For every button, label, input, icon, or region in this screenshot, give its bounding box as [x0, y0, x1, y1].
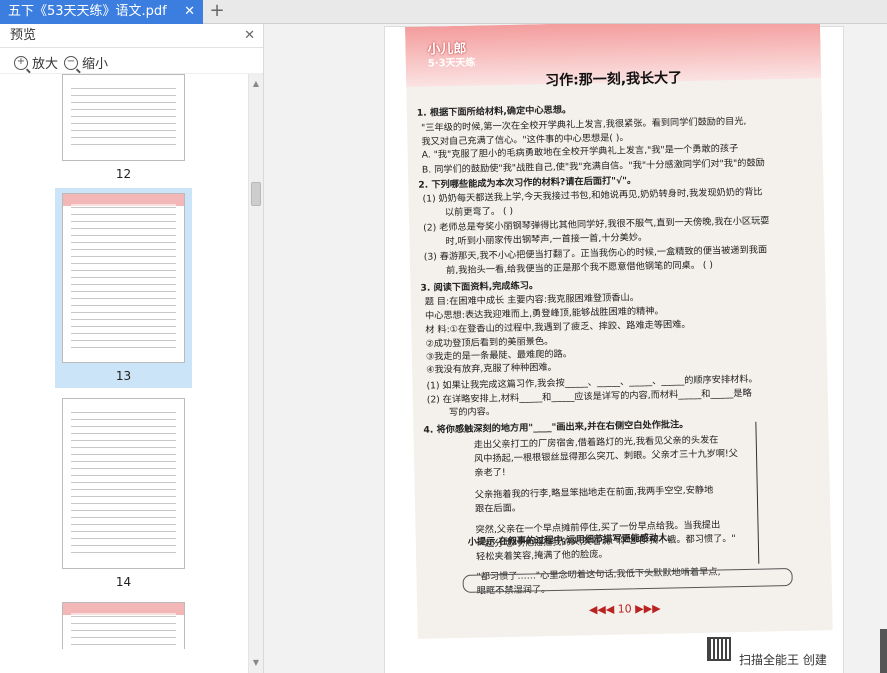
preview-panel: 预览 ✕ + 放大 − 缩小 12 13 14 ▲ ▼: [0, 24, 264, 673]
document-text-line: 材 料:①在登香山的过程中,我遇到了疲乏、摔跤、路难走等困难。: [425, 319, 691, 337]
reading-passage-box: [471, 421, 760, 570]
thumbnail-page-15[interactable]: [55, 600, 192, 649]
document-text-line: (2) 老师总是夸奖小丽钢琴弹得比其他同学好,我很不服气,直到一天傍晚,我在小区…: [423, 215, 770, 234]
thumbnail-image: [62, 74, 185, 161]
scanned-page-image: 小儿郎 5·3天天练 习作:那一刻,我长大了 1. 根据下面所给材料,确定中心思…: [405, 24, 833, 639]
right-edge-handle: [880, 629, 887, 673]
document-text-line: (3) 春游那天,我不小心把便当打翻了。正当我伤心的时候,一盒精致的便当被递到我…: [423, 244, 768, 263]
new-tab-icon[interactable]: +: [207, 0, 227, 24]
document-text-line: ④我没有放弃,克服了种种困难。: [426, 362, 557, 377]
tab-title: 五下《53天天练》语文.pdf: [8, 4, 167, 19]
thumbnail-page-12[interactable]: 12: [55, 74, 192, 184]
qr-code-icon: [707, 637, 731, 661]
preview-panel-header: 预览 ✕: [0, 24, 263, 48]
zoom-in-label: 放大: [32, 57, 59, 72]
document-text-line: 时,听到小丽家传出钢琴声,一首接一首,十分美妙。: [445, 232, 648, 248]
thumbnail-scrollbar[interactable]: ▲ ▼: [248, 74, 263, 673]
scanner-watermark: 扫描全能王 创建: [739, 653, 827, 667]
page-number-label: 14: [115, 575, 132, 589]
zoom-toolbar: + 放大 − 缩小: [0, 48, 263, 74]
close-tab-icon[interactable]: ✕: [184, 0, 195, 24]
document-text-line: ③我走的是一条最陡、最难爬的路。: [425, 348, 573, 364]
document-text-line: 题 目:在困难中成长 主要内容:我克服困难登顶香山。: [424, 291, 639, 308]
thumbnail-page-14[interactable]: 14: [55, 394, 192, 594]
zoom-in-icon: +: [14, 55, 28, 70]
document-text-line: "三年级的时候,第一次在全校开学典礼上发言,我很紧张。看到同学们鼓励的目光,: [421, 115, 747, 134]
document-text-line: B. 同学们的鼓励使"我"战胜自己,使"我"充满自信。"我"十分感激同学们对"我…: [421, 157, 765, 176]
tab-bar: 五下《53天天练》语文.pdf ✕ +: [0, 0, 887, 24]
zoom-out-label: 缩小: [82, 57, 109, 72]
document-text-line: 写的内容。: [448, 406, 496, 419]
close-panel-icon[interactable]: ✕: [244, 24, 255, 48]
document-text-line: ②成功登顶后看到的美丽景色。: [425, 336, 554, 351]
document-viewer[interactable]: 小儿郎 5·3天天练 习作:那一刻,我长大了 1. 根据下面所给材料,确定中心思…: [264, 24, 887, 673]
thumbnail-list: 12 13 14: [0, 74, 248, 649]
document-text-line: 我又对自己充满了信心。"这件事的中心思想是( )。: [421, 131, 629, 148]
document-tab[interactable]: 五下《53天天练》语文.pdf ✕: [0, 0, 203, 24]
preview-title: 预览: [10, 28, 37, 43]
document-text-line: 以前更弯了。 ( ): [444, 206, 514, 219]
thumbnail-image: [62, 398, 185, 569]
scroll-up-icon[interactable]: ▲: [249, 78, 263, 90]
zoom-out-button[interactable]: − 缩小: [64, 53, 108, 72]
document-text-line: 前,我抬头一看,给我便当的正是那个我不愿意借他钢笔的同桌。 ( ): [445, 259, 714, 277]
scroll-thumb[interactable]: [251, 182, 261, 206]
pdf-page: 小儿郎 5·3天天练 习作:那一刻,我长大了 1. 根据下面所给材料,确定中心思…: [384, 24, 844, 673]
thumbnail-image: [62, 193, 185, 363]
document-text-line: (2) 在详略安排上,材料_____和_____应该是详写的内容,而材料____…: [426, 388, 752, 406]
zoom-in-button[interactable]: + 放大: [14, 53, 58, 72]
document-text-line: 中心思想:表达我迎难而上,勇登峰顶,能够战胜困难的精神。: [424, 305, 664, 322]
document-text-line: 2. 下列哪些能成为本次习作的材料?请在后面打"√"。: [418, 175, 637, 192]
page-number-label: 12: [115, 167, 132, 181]
scroll-down-icon[interactable]: ▼: [249, 657, 263, 669]
document-text-line: 1. 根据下面所给材料,确定中心思想。: [416, 104, 572, 119]
thumbnail-page-13[interactable]: 13: [55, 188, 192, 388]
thumbnail-image: [62, 602, 185, 649]
zoom-out-icon: −: [64, 55, 78, 70]
book-logo-sub: 5·3天天练: [427, 57, 476, 70]
document-text-line: (1) 奶奶每天都送我上学,今天我接过书包,和她说再见,奶奶转身时,我发现奶奶的…: [422, 186, 763, 205]
document-text-line: 3. 阅读下面资料,完成练习。: [420, 279, 539, 294]
page-number: ◀◀◀ 10 ▶▶▶: [588, 601, 661, 617]
page-number-label: 13: [115, 369, 132, 383]
